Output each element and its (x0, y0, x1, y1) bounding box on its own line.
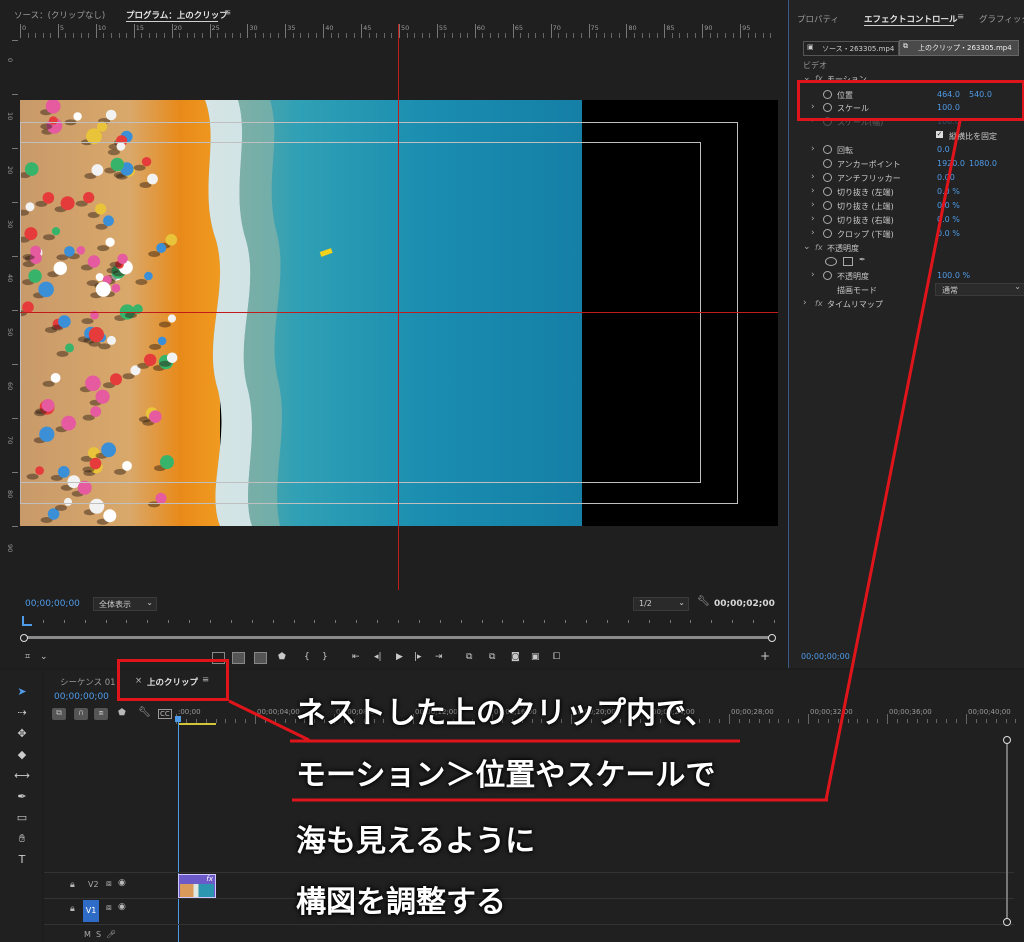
annotation-connector-lines (228, 120, 962, 802)
annotation-line-2: モーション＞位置やスケールで (296, 758, 716, 793)
annotation-line-4: 構図を調整する (296, 885, 506, 920)
annotation-line-3: 海も見えるように (296, 824, 536, 859)
annotation-line-1: ネストした上のクリップ内で、 (296, 696, 715, 731)
